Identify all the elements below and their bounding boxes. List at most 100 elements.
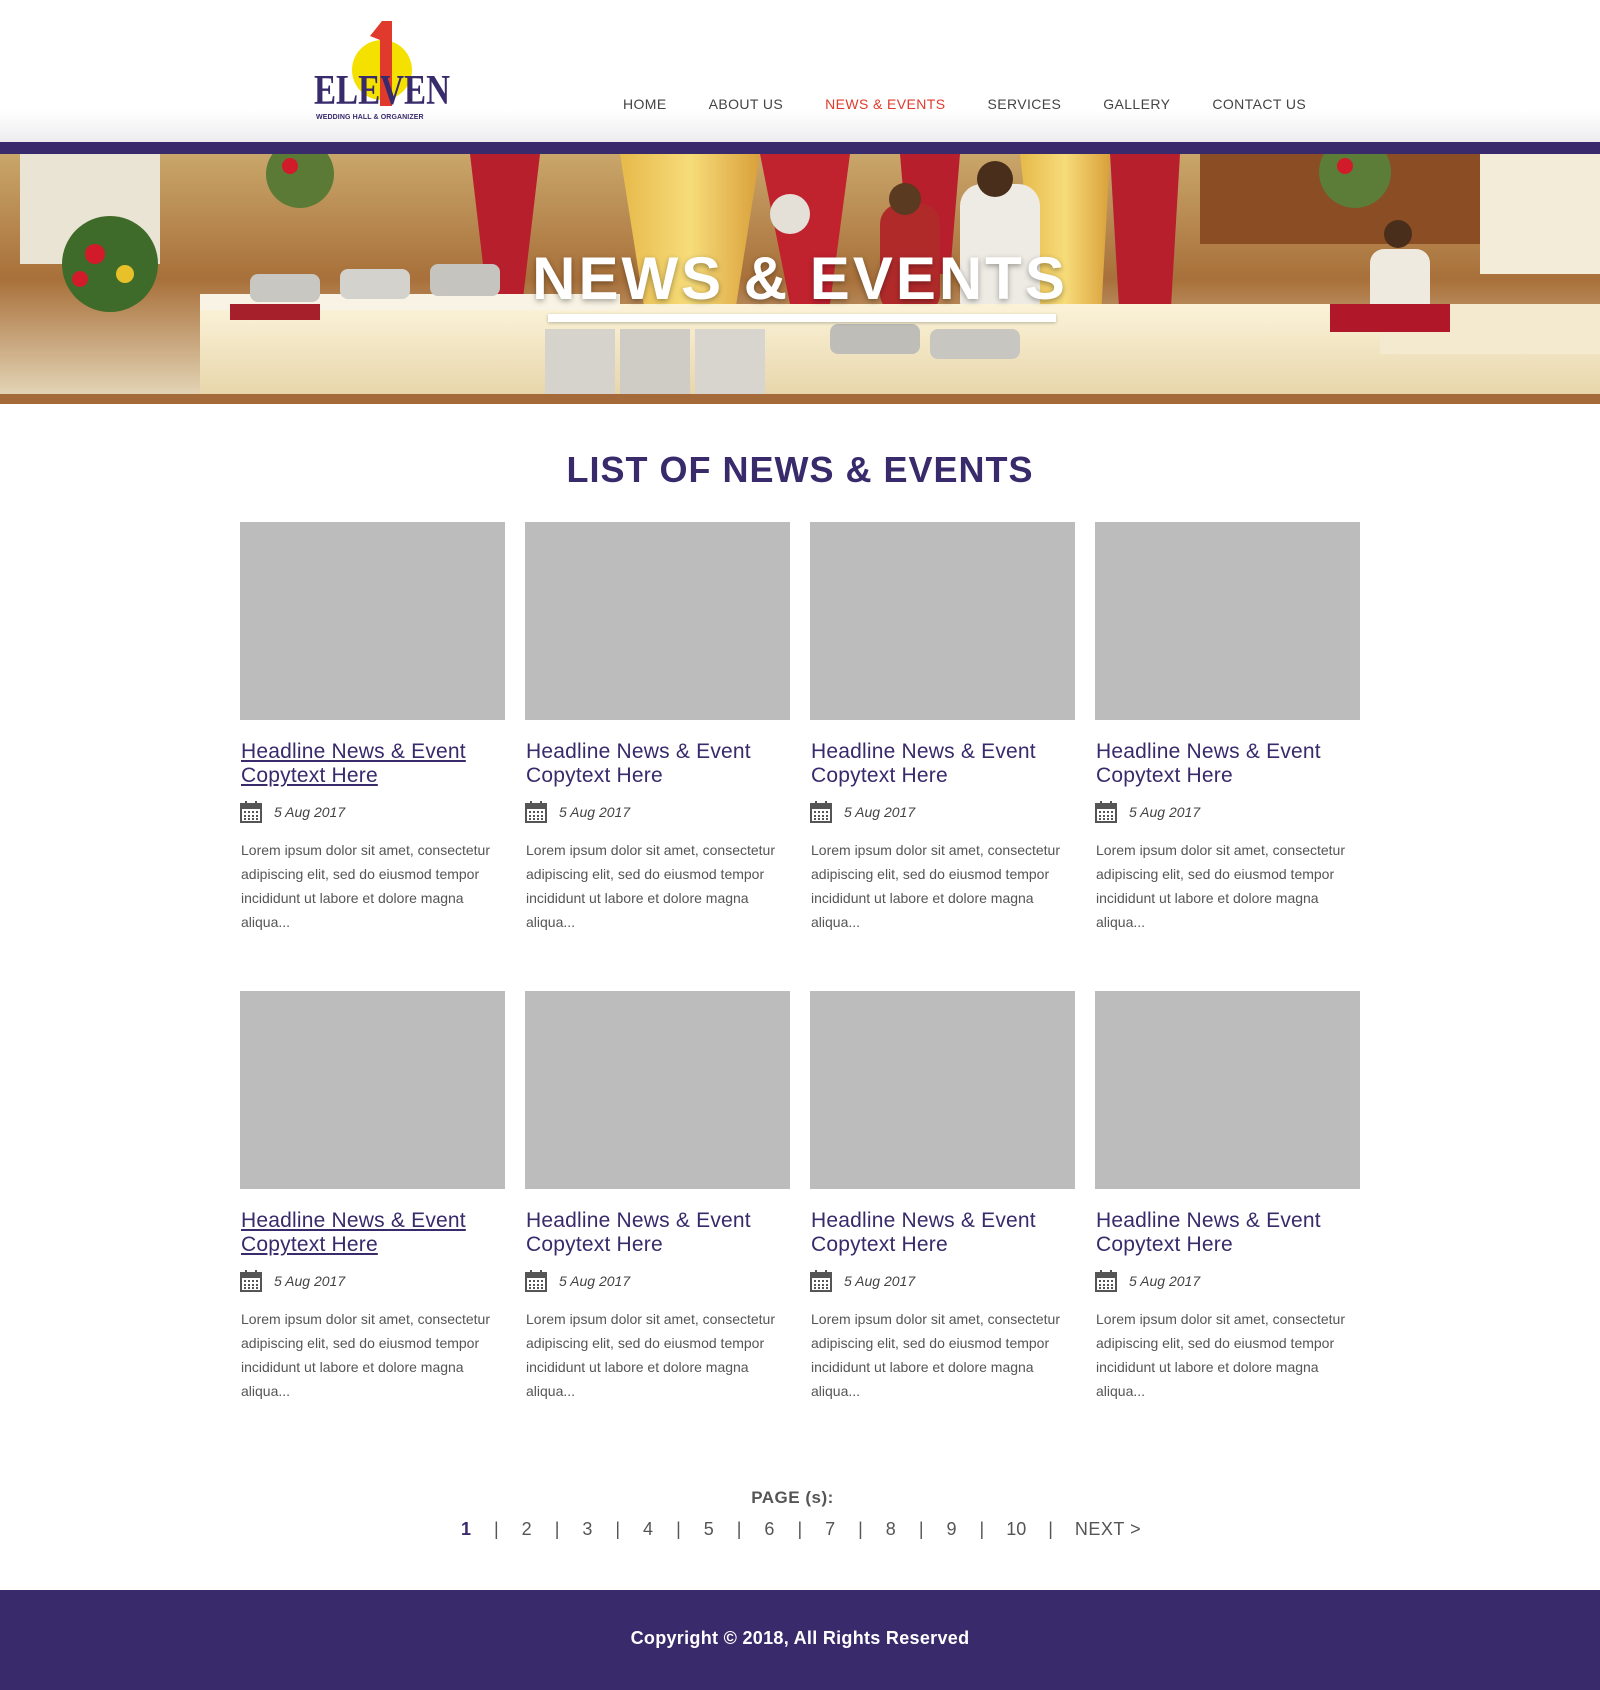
page-separator: | [979,1518,985,1539]
banner-title-underline [548,314,1056,322]
page-separator: | [736,1518,742,1539]
section-title: LIST OF NEWS & EVENTS [566,449,1034,490]
calendar-icon [810,1270,832,1292]
news-date-row: 5 Aug 2017 [1095,1269,1360,1293]
copyright-text: Copyright © 2018, All Rights Reserved [630,1628,970,1648]
page-link-9[interactable]: 9 [946,1519,958,1540]
news-headline-link[interactable]: Headline News & Event Copytext Here [810,1209,1075,1257]
news-grid: Headline News & Event Copytext Here 5 Au… [240,522,1360,1460]
calendar-icon [240,801,262,823]
news-excerpt: Lorem ipsum dolor sit amet, consectetur … [1096,1311,1345,1399]
main-nav: HOME ABOUT US NEWS & EVENTS SERVICES GAL… [623,95,1306,115]
news-date-row: 5 Aug 2017 [810,800,1075,824]
page-link-5[interactable]: 5 [703,1519,715,1540]
news-headline-link[interactable]: Headline News & Event Copytext Here [525,1209,790,1257]
logo-tagline: WEDDING HALL & ORGANIZER [316,114,424,121]
nav-news-events[interactable]: NEWS & EVENTS [825,95,945,115]
calendar-icon [240,1270,262,1292]
news-date-row: 5 Aug 2017 [525,800,790,824]
page-link-4[interactable]: 4 [642,1519,654,1540]
news-date: 5 Aug 2017 [844,804,916,820]
news-thumbnail[interactable] [240,991,505,1189]
nav-services[interactable]: SERVICES [987,95,1061,115]
page-link-6[interactable]: 6 [763,1519,775,1540]
news-date: 5 Aug 2017 [1129,1273,1201,1289]
page-link-2[interactable]: 2 [521,1519,533,1540]
news-date-row: 5 Aug 2017 [1095,800,1360,824]
news-excerpt: Lorem ipsum dolor sit amet, consectetur … [241,842,490,930]
page-separator: | [797,1518,803,1539]
calendar-icon [525,801,547,823]
logo-graphic: ELEVEN [314,21,450,114]
site-footer: Copyright © 2018, All Rights Reserved [0,1590,1600,1690]
news-card: Headline News & Event Copytext Here 5 Au… [240,522,505,991]
news-headline-link[interactable]: Headline News & Event Copytext Here [240,1209,505,1257]
site-header: ELEVEN WEDDING HALL & ORGANIZER HOME ABO… [0,0,1600,142]
page-link-10[interactable]: 10 [1006,1519,1026,1540]
news-row: Headline News & Event Copytext Here 5 Au… [240,522,1360,991]
site-logo[interactable]: ELEVEN WEDDING HALL & ORGANIZER [312,18,454,126]
news-card: Headline News & Event Copytext Here 5 Au… [810,522,1075,991]
calendar-icon [525,1270,547,1292]
news-headline-link[interactable]: Headline News & Event Copytext Here [810,740,1075,788]
nav-home[interactable]: HOME [623,95,667,115]
news-excerpt: Lorem ipsum dolor sit amet, consectetur … [526,1311,775,1399]
news-thumbnail[interactable] [810,991,1075,1189]
page-separator: | [494,1518,499,1539]
news-card: Headline News & Event Copytext Here 5 Au… [525,991,790,1460]
news-headline-link[interactable]: Headline News & Event Copytext Here [240,740,505,788]
pagination: 1 | 2 | 3 | 4 | 5 | 6 | 7 | 8 | 9 | 10 |… [460,1518,1141,1540]
page-separator: | [858,1518,863,1539]
logo-wordmark: ELEVEN [314,68,450,114]
news-date-row: 5 Aug 2017 [525,1269,790,1293]
news-date: 5 Aug 2017 [559,1273,631,1289]
nav-contact-us[interactable]: CONTACT US [1212,95,1306,115]
news-excerpt: Lorem ipsum dolor sit amet, consectetur … [241,1311,490,1399]
page-link-7[interactable]: 7 [824,1519,836,1540]
page-separator: | [918,1518,924,1539]
news-headline-link[interactable]: Headline News & Event Copytext Here [1095,740,1360,788]
news-thumbnail[interactable] [1095,991,1360,1189]
news-date-row: 5 Aug 2017 [240,1269,505,1293]
news-thumbnail[interactable] [1095,522,1360,720]
nav-about-us[interactable]: ABOUT US [709,95,784,115]
calendar-icon [1095,1270,1117,1292]
news-date-row: 5 Aug 2017 [810,1269,1075,1293]
news-date: 5 Aug 2017 [1129,804,1201,820]
hero-banner: NEWS & EVENTS [0,154,1600,404]
calendar-icon [1095,801,1117,823]
news-card: Headline News & Event Copytext Here 5 Au… [810,991,1075,1460]
news-card: Headline News & Event Copytext Here 5 Au… [525,522,790,991]
page-link-3[interactable]: 3 [581,1519,593,1540]
news-date: 5 Aug 2017 [274,804,346,820]
news-date: 5 Aug 2017 [844,1273,916,1289]
news-thumbnail[interactable] [240,522,505,720]
page-link-8[interactable]: 8 [885,1519,897,1540]
news-excerpt: Lorem ipsum dolor sit amet, consectetur … [1096,842,1345,930]
news-headline-link[interactable]: Headline News & Event Copytext Here [1095,1209,1360,1257]
news-date-row: 5 Aug 2017 [240,800,505,824]
nav-gallery[interactable]: GALLERY [1103,95,1170,115]
banner-title: NEWS & EVENTS [532,245,1068,312]
page-link-1[interactable]: 1 [460,1519,472,1540]
news-excerpt: Lorem ipsum dolor sit amet, consectetur … [526,842,775,930]
page-separator: | [615,1518,621,1539]
news-headline-link[interactable]: Headline News & Event Copytext Here [525,740,790,788]
header-divider [0,142,1600,154]
page-separator: | [1048,1518,1053,1539]
news-card: Headline News & Event Copytext Here 5 Au… [1095,991,1360,1460]
news-thumbnail[interactable] [525,991,790,1189]
page-separator: | [554,1518,560,1539]
pagination-label: PAGE (s): [751,1488,834,1507]
news-date: 5 Aug 2017 [559,804,631,820]
news-excerpt: Lorem ipsum dolor sit amet, consectetur … [811,1311,1060,1399]
next-page-link[interactable]: NEXT > [1075,1519,1141,1540]
calendar-icon [810,801,832,823]
news-excerpt: Lorem ipsum dolor sit amet, consectetur … [811,842,1060,930]
news-date: 5 Aug 2017 [274,1273,346,1289]
news-row: Headline News & Event Copytext Here 5 Au… [240,991,1360,1460]
news-card: Headline News & Event Copytext Here 5 Au… [1095,522,1360,991]
page-separator: | [676,1518,681,1539]
news-thumbnail[interactable] [810,522,1075,720]
news-thumbnail[interactable] [525,522,790,720]
